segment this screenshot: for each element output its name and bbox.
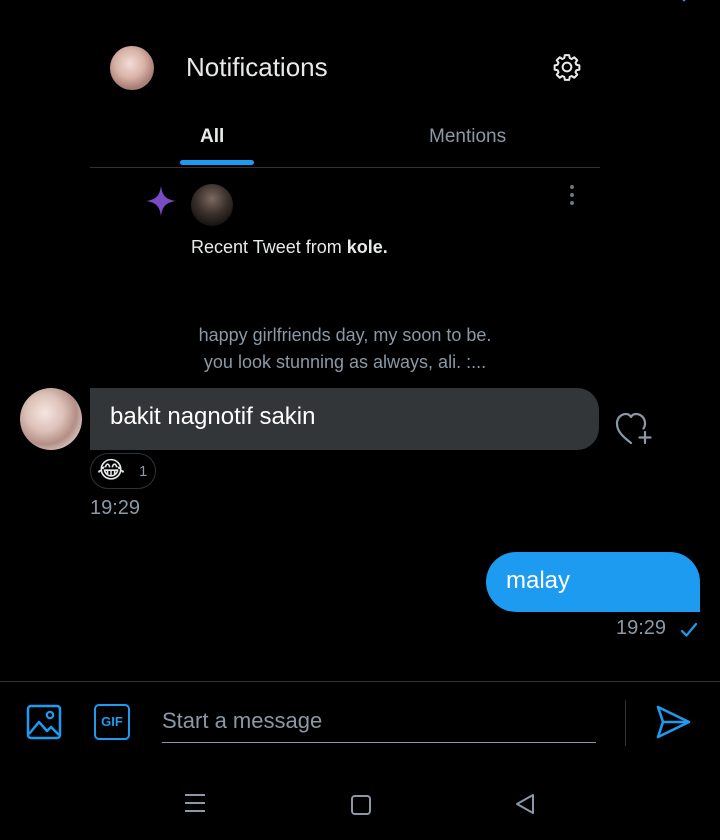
avatar bbox=[110, 46, 154, 90]
recent-tweet-text: Recent Tweet from kole. bbox=[191, 237, 388, 258]
sparkle-icon bbox=[146, 186, 176, 216]
tweet-preview-line: happy girlfriends day, my soon to be. bbox=[198, 325, 492, 345]
tab-all: All bbox=[200, 126, 225, 147]
reaction-emoji: 😂 bbox=[97, 457, 126, 484]
message-input[interactable] bbox=[162, 700, 596, 743]
chevron-down-icon bbox=[682, 0, 686, 2]
message-timestamp: 19:29 bbox=[90, 497, 141, 519]
heart-plus-icon[interactable] bbox=[614, 410, 656, 448]
tweet-preview: happy girlfriends day, my soon to be. yo… bbox=[90, 322, 600, 376]
send-icon[interactable] bbox=[654, 703, 692, 741]
outgoing-message-bubble[interactable]: malay bbox=[486, 552, 700, 612]
avatar bbox=[191, 184, 233, 226]
divider bbox=[625, 700, 626, 746]
tab-mentions: Mentions bbox=[429, 126, 507, 147]
gear-icon bbox=[553, 54, 581, 81]
more-vertical-icon bbox=[570, 185, 574, 205]
image-icon[interactable] bbox=[26, 704, 62, 740]
menu-icon[interactable] bbox=[184, 792, 206, 814]
check-icon bbox=[680, 622, 698, 637]
divider bbox=[90, 167, 600, 168]
tab-active-indicator bbox=[180, 160, 254, 165]
message-text: bakit nagnotif sakin bbox=[110, 403, 316, 430]
incoming-message-bubble[interactable]: bakit nagnotif sakin bbox=[90, 388, 599, 450]
avatar[interactable] bbox=[20, 388, 82, 450]
reaction-pill[interactable]: 😂 1 bbox=[90, 453, 156, 489]
recent-tweet-user: kole. bbox=[346, 237, 388, 257]
reaction-count: 1 bbox=[139, 463, 148, 480]
home-icon[interactable] bbox=[350, 794, 372, 816]
recent-tweet-prefix: Recent Tweet from bbox=[191, 237, 347, 257]
message-timestamp: 19:29 bbox=[616, 617, 667, 639]
message-text: malay bbox=[506, 567, 571, 594]
card-title: Notifications bbox=[186, 52, 328, 82]
tweet-preview-line: you look stunning as always, ali. :... bbox=[203, 352, 487, 372]
divider bbox=[0, 681, 720, 682]
shared-notification-card[interactable]: Notifications All Mentions Recent Tweet … bbox=[90, 30, 600, 380]
back-icon[interactable] bbox=[514, 793, 536, 815]
gif-button[interactable]: GIF bbox=[94, 704, 130, 740]
